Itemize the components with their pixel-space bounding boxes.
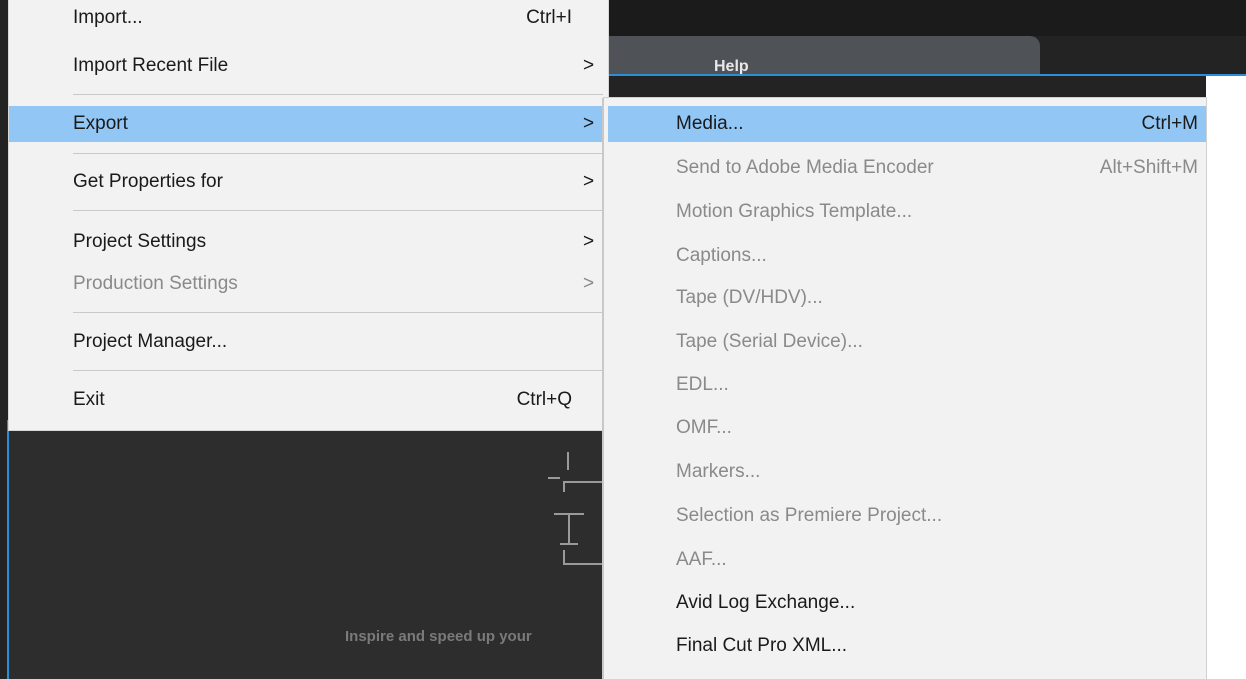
- menu-item-label: Tape (Serial Device)...: [676, 331, 863, 352]
- menu-item-project-manager[interactable]: Project Manager...: [9, 324, 608, 360]
- menu-item-label: EDL...: [676, 374, 729, 395]
- menu-item-exit[interactable]: Exit Ctrl+Q: [9, 382, 608, 418]
- menu-item-label: Tape (DV/HDV)...: [676, 287, 823, 308]
- menu-item-label: Send to Adobe Media Encoder: [676, 157, 934, 178]
- menu-item-shortcut: Ctrl+Q: [516, 389, 572, 410]
- menu-item-label: Captions...: [676, 245, 767, 266]
- menu-item-markers[interactable]: Markers...: [608, 454, 1206, 490]
- menu-item-label: Export: [73, 113, 128, 134]
- menu-item-project-settings[interactable]: Project Settings >: [9, 224, 608, 260]
- menu-item-send-to-media-encoder[interactable]: Send to Adobe Media Encoder Alt+Shift+M: [608, 150, 1206, 186]
- menu-item-label: Motion Graphics Template...: [676, 201, 913, 222]
- menu-item-label: Final Cut Pro XML...: [676, 635, 848, 656]
- menu-item-label: Import Recent File: [73, 55, 229, 76]
- menu-item-label: Exit: [73, 389, 105, 410]
- menu-item-label: Selection as Premiere Project...: [676, 505, 943, 526]
- menu-item-shortcut: Alt+Shift+M: [1099, 157, 1198, 178]
- submenu-arrow-icon: >: [583, 55, 595, 76]
- right-blank-area: [1206, 76, 1246, 679]
- menu-item-import-recent-file[interactable]: Import Recent File >: [9, 48, 608, 84]
- menu-separator: [73, 370, 603, 371]
- menu-item-omf[interactable]: OMF...: [608, 410, 1206, 446]
- menu-item-label: Get Properties for: [73, 171, 223, 192]
- menu-item-import[interactable]: Import... Ctrl+I: [9, 0, 608, 36]
- menu-separator: [73, 153, 603, 154]
- menu-item-edl[interactable]: EDL...: [608, 367, 1206, 403]
- submenu-arrow-icon: >: [583, 113, 595, 134]
- menu-item-label: Import...: [73, 7, 143, 28]
- menu-item-label: OMF...: [676, 417, 732, 438]
- menu-item-tape-dv-hdv[interactable]: Tape (DV/HDV)...: [608, 280, 1206, 316]
- menu-item-avid-log-exchange[interactable]: Avid Log Exchange...: [608, 585, 1206, 621]
- submenu-arrow-icon: >: [583, 273, 595, 294]
- menu-item-aaf[interactable]: AAF...: [608, 542, 1206, 578]
- menu-item-label: AAF...: [676, 549, 727, 570]
- menu-item-shortcut: Ctrl+M: [1141, 113, 1198, 134]
- menu-item-shortcut: Ctrl+I: [526, 7, 572, 28]
- menu-item-label: Production Settings: [73, 273, 238, 294]
- inspire-hint-text: Inspire and speed up your: [345, 628, 532, 645]
- panel-focus-line: [600, 74, 1246, 76]
- menu-item-get-properties-for[interactable]: Get Properties for >: [9, 164, 608, 200]
- help-menu-tab[interactable]: Help: [590, 36, 1040, 76]
- submenu-arrow-icon: >: [583, 171, 595, 192]
- menu-separator: [73, 94, 603, 95]
- menu-item-label: Project Settings: [73, 231, 207, 252]
- menu-item-label: Avid Log Exchange...: [676, 592, 856, 613]
- menu-item-selection-as-premiere-project[interactable]: Selection as Premiere Project...: [608, 498, 1206, 534]
- menu-item-final-cut-pro-xml[interactable]: Final Cut Pro XML...: [608, 628, 1206, 664]
- export-submenu: Media... Ctrl+M Send to Adobe Media Enco…: [604, 98, 1206, 679]
- file-menu: Import... Ctrl+I Import Recent File > Ex…: [9, 0, 608, 430]
- title-tool-icon: [540, 452, 610, 572]
- panel-focus-edge: [7, 420, 9, 679]
- menu-item-label: Markers...: [676, 461, 761, 482]
- menu-item-export[interactable]: Export >: [9, 106, 608, 142]
- app-title-strip: [590, 0, 1246, 36]
- menu-item-label: Project Manager...: [73, 331, 228, 352]
- menu-item-captions[interactable]: Captions...: [608, 238, 1206, 274]
- menu-separator: [73, 210, 603, 211]
- menu-item-label: Media...: [676, 113, 744, 134]
- menu-item-motion-graphics-template[interactable]: Motion Graphics Template...: [608, 194, 1206, 230]
- menu-item-production-settings[interactable]: Production Settings >: [9, 266, 608, 302]
- submenu-arrow-icon: >: [583, 231, 595, 252]
- menu-item-tape-serial-device[interactable]: Tape (Serial Device)...: [608, 324, 1206, 360]
- menu-separator: [73, 312, 603, 313]
- menu-item-media[interactable]: Media... Ctrl+M: [608, 106, 1206, 142]
